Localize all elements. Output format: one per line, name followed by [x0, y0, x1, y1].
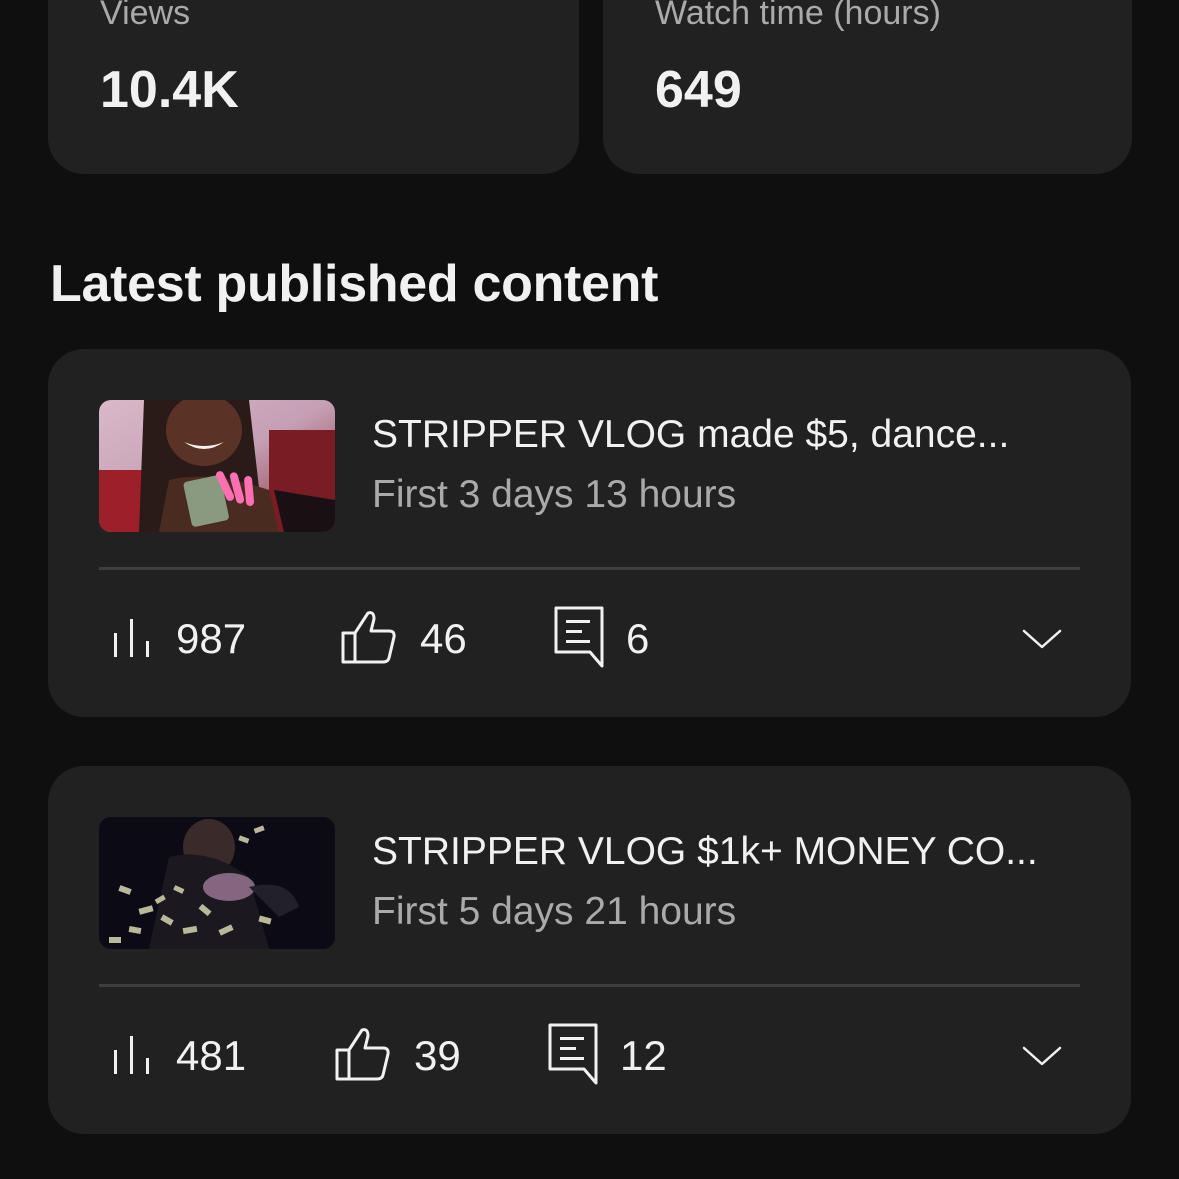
chevron-down-icon: [1022, 1045, 1062, 1072]
likes-count: 39: [414, 1032, 461, 1079]
views-metric: 481: [112, 1024, 246, 1088]
comments-metric: 6: [554, 606, 650, 673]
likes-metric: 46: [340, 607, 467, 671]
comments-metric: 12: [548, 1023, 667, 1090]
video-thumbnail[interactable]: [99, 400, 335, 532]
watch-time-stat-card[interactable]: Watch time (hours) 649: [603, 0, 1132, 174]
watch-time-label: Watch time (hours): [655, 0, 941, 32]
thumbs-up-icon: [334, 1026, 392, 1087]
views-label: Views: [100, 0, 191, 32]
bar-chart-icon: [112, 615, 154, 664]
expand-button[interactable]: [1018, 621, 1066, 661]
views-stat-card[interactable]: Views 10.4K: [48, 0, 579, 174]
content-card[interactable]: STRIPPER VLOG made $5, dance... First 3 …: [48, 349, 1131, 717]
divider: [99, 567, 1080, 570]
analytics-page: Views 10.4K Watch time (hours) 649 Lates…: [0, 0, 1179, 1179]
section-title: Latest published content: [50, 255, 659, 313]
expand-button[interactable]: [1018, 1038, 1066, 1078]
views-value: 10.4K: [100, 61, 239, 119]
video-thumbnail[interactable]: [99, 817, 335, 949]
thumbs-up-icon: [340, 609, 398, 670]
likes-metric: 39: [334, 1024, 461, 1088]
views-count: 481: [176, 1032, 247, 1079]
views-metric: 987: [112, 607, 246, 671]
views-count: 987: [176, 615, 247, 662]
video-period: First 3 days 13 hours: [372, 473, 737, 516]
comment-icon: [548, 1023, 598, 1090]
chevron-down-icon: [1022, 628, 1062, 655]
comments-count: 12: [620, 1032, 667, 1079]
comment-icon: [554, 606, 604, 673]
likes-count: 46: [420, 615, 467, 662]
comments-count: 6: [626, 615, 650, 662]
watch-time-value: 649: [655, 61, 742, 119]
video-title[interactable]: STRIPPER VLOG $1k+ MONEY CO...: [372, 830, 1038, 874]
bar-chart-icon: [112, 1032, 154, 1081]
video-period: First 5 days 21 hours: [372, 890, 737, 933]
divider: [99, 984, 1080, 987]
content-card[interactable]: STRIPPER VLOG $1k+ MONEY CO... First 5 d…: [48, 766, 1131, 1134]
video-title[interactable]: STRIPPER VLOG made $5, dance...: [372, 413, 1009, 457]
